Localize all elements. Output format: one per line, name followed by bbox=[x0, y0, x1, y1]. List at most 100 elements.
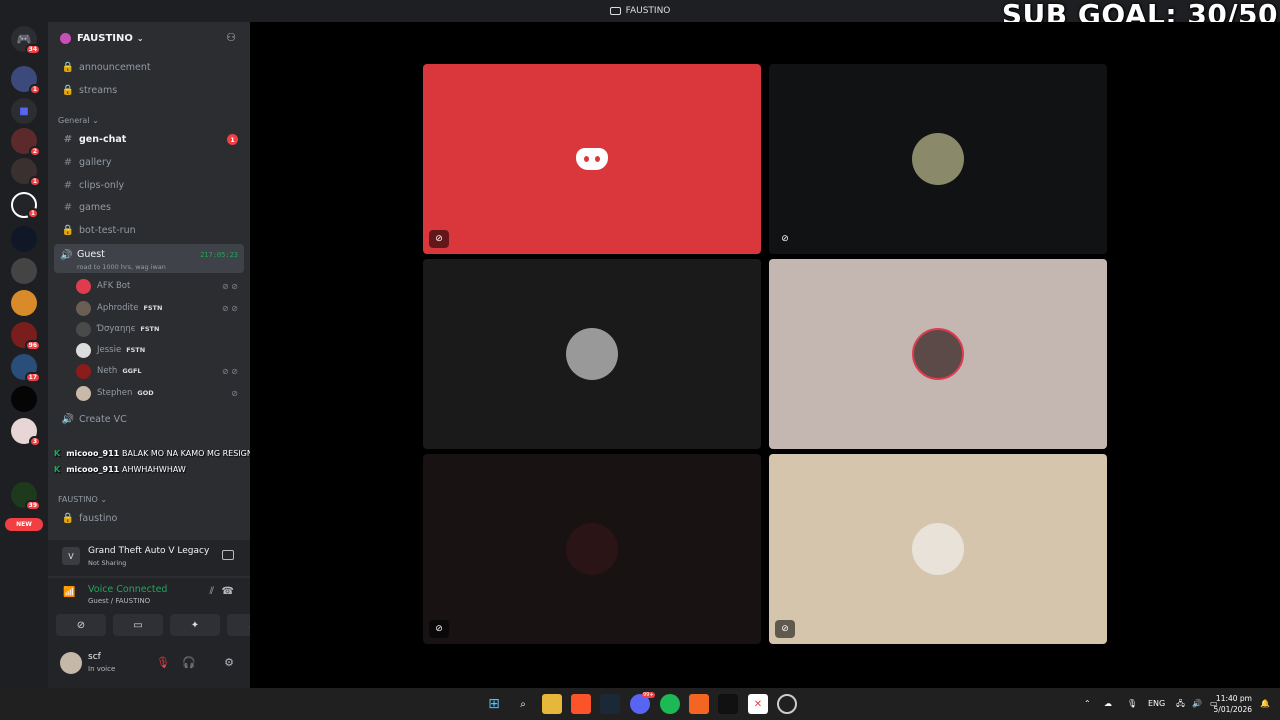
mic-muted-icon[interactable]: 🎙 bbox=[156, 656, 170, 669]
channel-label: Create VC bbox=[79, 414, 127, 425]
category-faustino[interactable]: FAUSTINO ⌄ bbox=[58, 495, 107, 504]
channel-bot-test-run[interactable]: 🔒 bot-test-run bbox=[54, 220, 244, 241]
voice-member[interactable]: Ɗσуαηηє FSTN bbox=[76, 319, 244, 339]
server-icon[interactable]: 1 bbox=[11, 158, 41, 187]
volume-icon[interactable]: 🔊 bbox=[1192, 688, 1202, 720]
user-name[interactable]: scf bbox=[88, 652, 101, 662]
channel-announcement[interactable]: 🔒 announcement bbox=[54, 57, 244, 78]
chat-overlay-message: Kmicooo_911 AHWHAHWHAW bbox=[54, 465, 186, 474]
server-icon[interactable]: 1 bbox=[11, 66, 41, 95]
participant-tile[interactable]: ⊘ bbox=[769, 454, 1107, 644]
windows-start-icon[interactable]: ⊞ bbox=[484, 694, 504, 714]
server-icon[interactable]: 96 bbox=[11, 322, 41, 351]
participant-tile[interactable]: ⊘ bbox=[423, 454, 761, 644]
participant-tile[interactable] bbox=[769, 259, 1107, 449]
camera-off-button[interactable]: ⊘ bbox=[56, 614, 106, 636]
clock[interactable]: 11:40 pm 5/01/2026 bbox=[1214, 693, 1252, 715]
muted-deafened-icon: ⊘ ⊘ bbox=[222, 366, 238, 376]
server-icon[interactable]: 2 bbox=[11, 128, 41, 157]
activities-button[interactable]: ✦ bbox=[170, 614, 220, 636]
participant-tile[interactable]: ⊘ bbox=[769, 64, 1107, 254]
folder-icon[interactable]: ■ bbox=[11, 98, 37, 124]
microphone-icon[interactable]: 🎙 bbox=[1127, 688, 1137, 720]
speaker-icon: 🔊 bbox=[60, 250, 73, 261]
new-badge[interactable]: NEW bbox=[5, 518, 43, 531]
server-icon[interactable]: 17 bbox=[11, 354, 41, 383]
lock-icon: 🔒 bbox=[61, 225, 75, 236]
language-indicator[interactable]: ENG bbox=[1148, 688, 1165, 720]
voice-member[interactable]: Neth GGFL ⊘ ⊘ bbox=[76, 361, 244, 381]
add-member-icon[interactable]: ⚇ bbox=[226, 31, 236, 44]
voice-stage: ⊘ ⊘ ⊘ ⊘ bbox=[250, 22, 1280, 688]
pizzeria-server-icon[interactable] bbox=[11, 290, 37, 316]
disconnect-icon[interactable]: ☎ bbox=[222, 586, 234, 597]
guild-name: FAUSTINO bbox=[77, 32, 133, 44]
participant-tile[interactable] bbox=[423, 259, 761, 449]
channel-games[interactable]: # games bbox=[54, 197, 244, 218]
server-badge: 3 bbox=[28, 436, 41, 447]
voice-channel-guest[interactable]: 🔊 Guest road to 1000 hrs, wag iwan 217:0… bbox=[54, 244, 244, 273]
clock-time: 11:40 pm bbox=[1215, 694, 1252, 703]
server-badge: 17 bbox=[24, 372, 41, 383]
home-discord-icon[interactable]: 🎮 34 bbox=[11, 26, 41, 55]
server-icon-selected[interactable]: 1 bbox=[11, 192, 39, 219]
guild-header[interactable]: FAUSTINO ⌄ ⚇ bbox=[48, 22, 250, 54]
avatar bbox=[76, 321, 91, 337]
member-name: Ɗσуαηηє bbox=[97, 324, 136, 334]
channel-faustino[interactable]: 🔒 faustino bbox=[54, 508, 244, 529]
create-vc-channel[interactable]: 🔊 Create VC bbox=[54, 409, 244, 430]
app-icon[interactable]: ✕ bbox=[748, 694, 768, 714]
voice-member[interactable]: Stephen GOD ⊘ bbox=[76, 383, 244, 403]
window-title: FAUSTINO bbox=[625, 6, 671, 16]
category-general[interactable]: General ⌄ bbox=[58, 116, 99, 125]
network-icon[interactable]: 🖧 bbox=[1176, 688, 1185, 720]
avatar bbox=[912, 523, 964, 575]
activity-status: Not Sharing bbox=[88, 559, 127, 567]
member-name: Jessie bbox=[97, 345, 122, 355]
server-icon[interactable]: 39 bbox=[11, 482, 41, 511]
obs-icon[interactable] bbox=[777, 694, 797, 714]
brave-browser-icon[interactable] bbox=[571, 694, 591, 714]
server-badge: 1 bbox=[28, 84, 41, 95]
signal-icon[interactable]: 📶 bbox=[63, 587, 75, 598]
server-icon[interactable]: 3 bbox=[11, 418, 41, 447]
headphones-icon[interactable]: 🎧 bbox=[182, 656, 196, 669]
avatar bbox=[76, 278, 91, 294]
channel-gallery[interactable]: # gallery bbox=[54, 152, 244, 173]
member-tag: GGFL bbox=[122, 367, 142, 375]
file-explorer-icon[interactable] bbox=[542, 694, 562, 714]
channel-streams[interactable]: 🔒 streams bbox=[54, 80, 244, 101]
app-icon[interactable] bbox=[689, 694, 709, 714]
participant-tile[interactable]: ⊘ bbox=[423, 64, 761, 254]
onedrive-icon[interactable]: ☁ bbox=[1104, 688, 1112, 720]
avatar[interactable] bbox=[60, 652, 82, 674]
channel-label: announcement bbox=[79, 62, 151, 73]
voice-connected-label: Voice Connected bbox=[88, 584, 168, 595]
server-list[interactable]: 🎮 34 1 ■ 2 1 1 96 17 3 39 NEW bbox=[0, 22, 48, 688]
lock-icon: 🔒 bbox=[61, 513, 75, 524]
voice-member[interactable]: Aphrodite FSTN ⊘ ⊘ bbox=[76, 298, 244, 318]
notification-bell-icon[interactable]: 🔔 bbox=[1260, 688, 1270, 720]
voice-location[interactable]: Guest / FAUSTINO bbox=[88, 597, 150, 605]
muted-icon: ⊘ bbox=[429, 230, 449, 248]
avatar bbox=[566, 523, 618, 575]
chevron-up-icon[interactable]: ⌃ bbox=[1084, 688, 1091, 720]
voice-member[interactable]: AFK Bot ⊘ ⊘ bbox=[76, 276, 244, 296]
search-icon[interactable]: ⌕ bbox=[513, 694, 533, 714]
server-icon[interactable] bbox=[11, 386, 37, 412]
discord-notification-badge: 99+ bbox=[642, 692, 655, 698]
voice-member[interactable]: Jessie FSTN bbox=[76, 340, 244, 360]
server-icon[interactable] bbox=[11, 258, 37, 284]
voice-channel-status: road to 1000 hrs, wag iwan bbox=[77, 263, 166, 271]
share-screen-button[interactable]: ▭ bbox=[113, 614, 163, 636]
spotify-icon[interactable] bbox=[660, 694, 680, 714]
terminal-icon[interactable] bbox=[718, 694, 738, 714]
server-icon[interactable] bbox=[11, 226, 37, 252]
screen-share-icon[interactable] bbox=[222, 550, 234, 560]
gear-icon[interactable]: ⚙ bbox=[224, 656, 234, 669]
steam-icon[interactable] bbox=[600, 694, 620, 714]
member-tag: GOD bbox=[137, 389, 154, 397]
noise-suppression-icon[interactable]: ⫽ bbox=[210, 586, 214, 597]
channel-clips-only[interactable]: # clips-only bbox=[54, 175, 244, 196]
channel-gen-chat[interactable]: # gen-chat 1 bbox=[54, 129, 244, 150]
